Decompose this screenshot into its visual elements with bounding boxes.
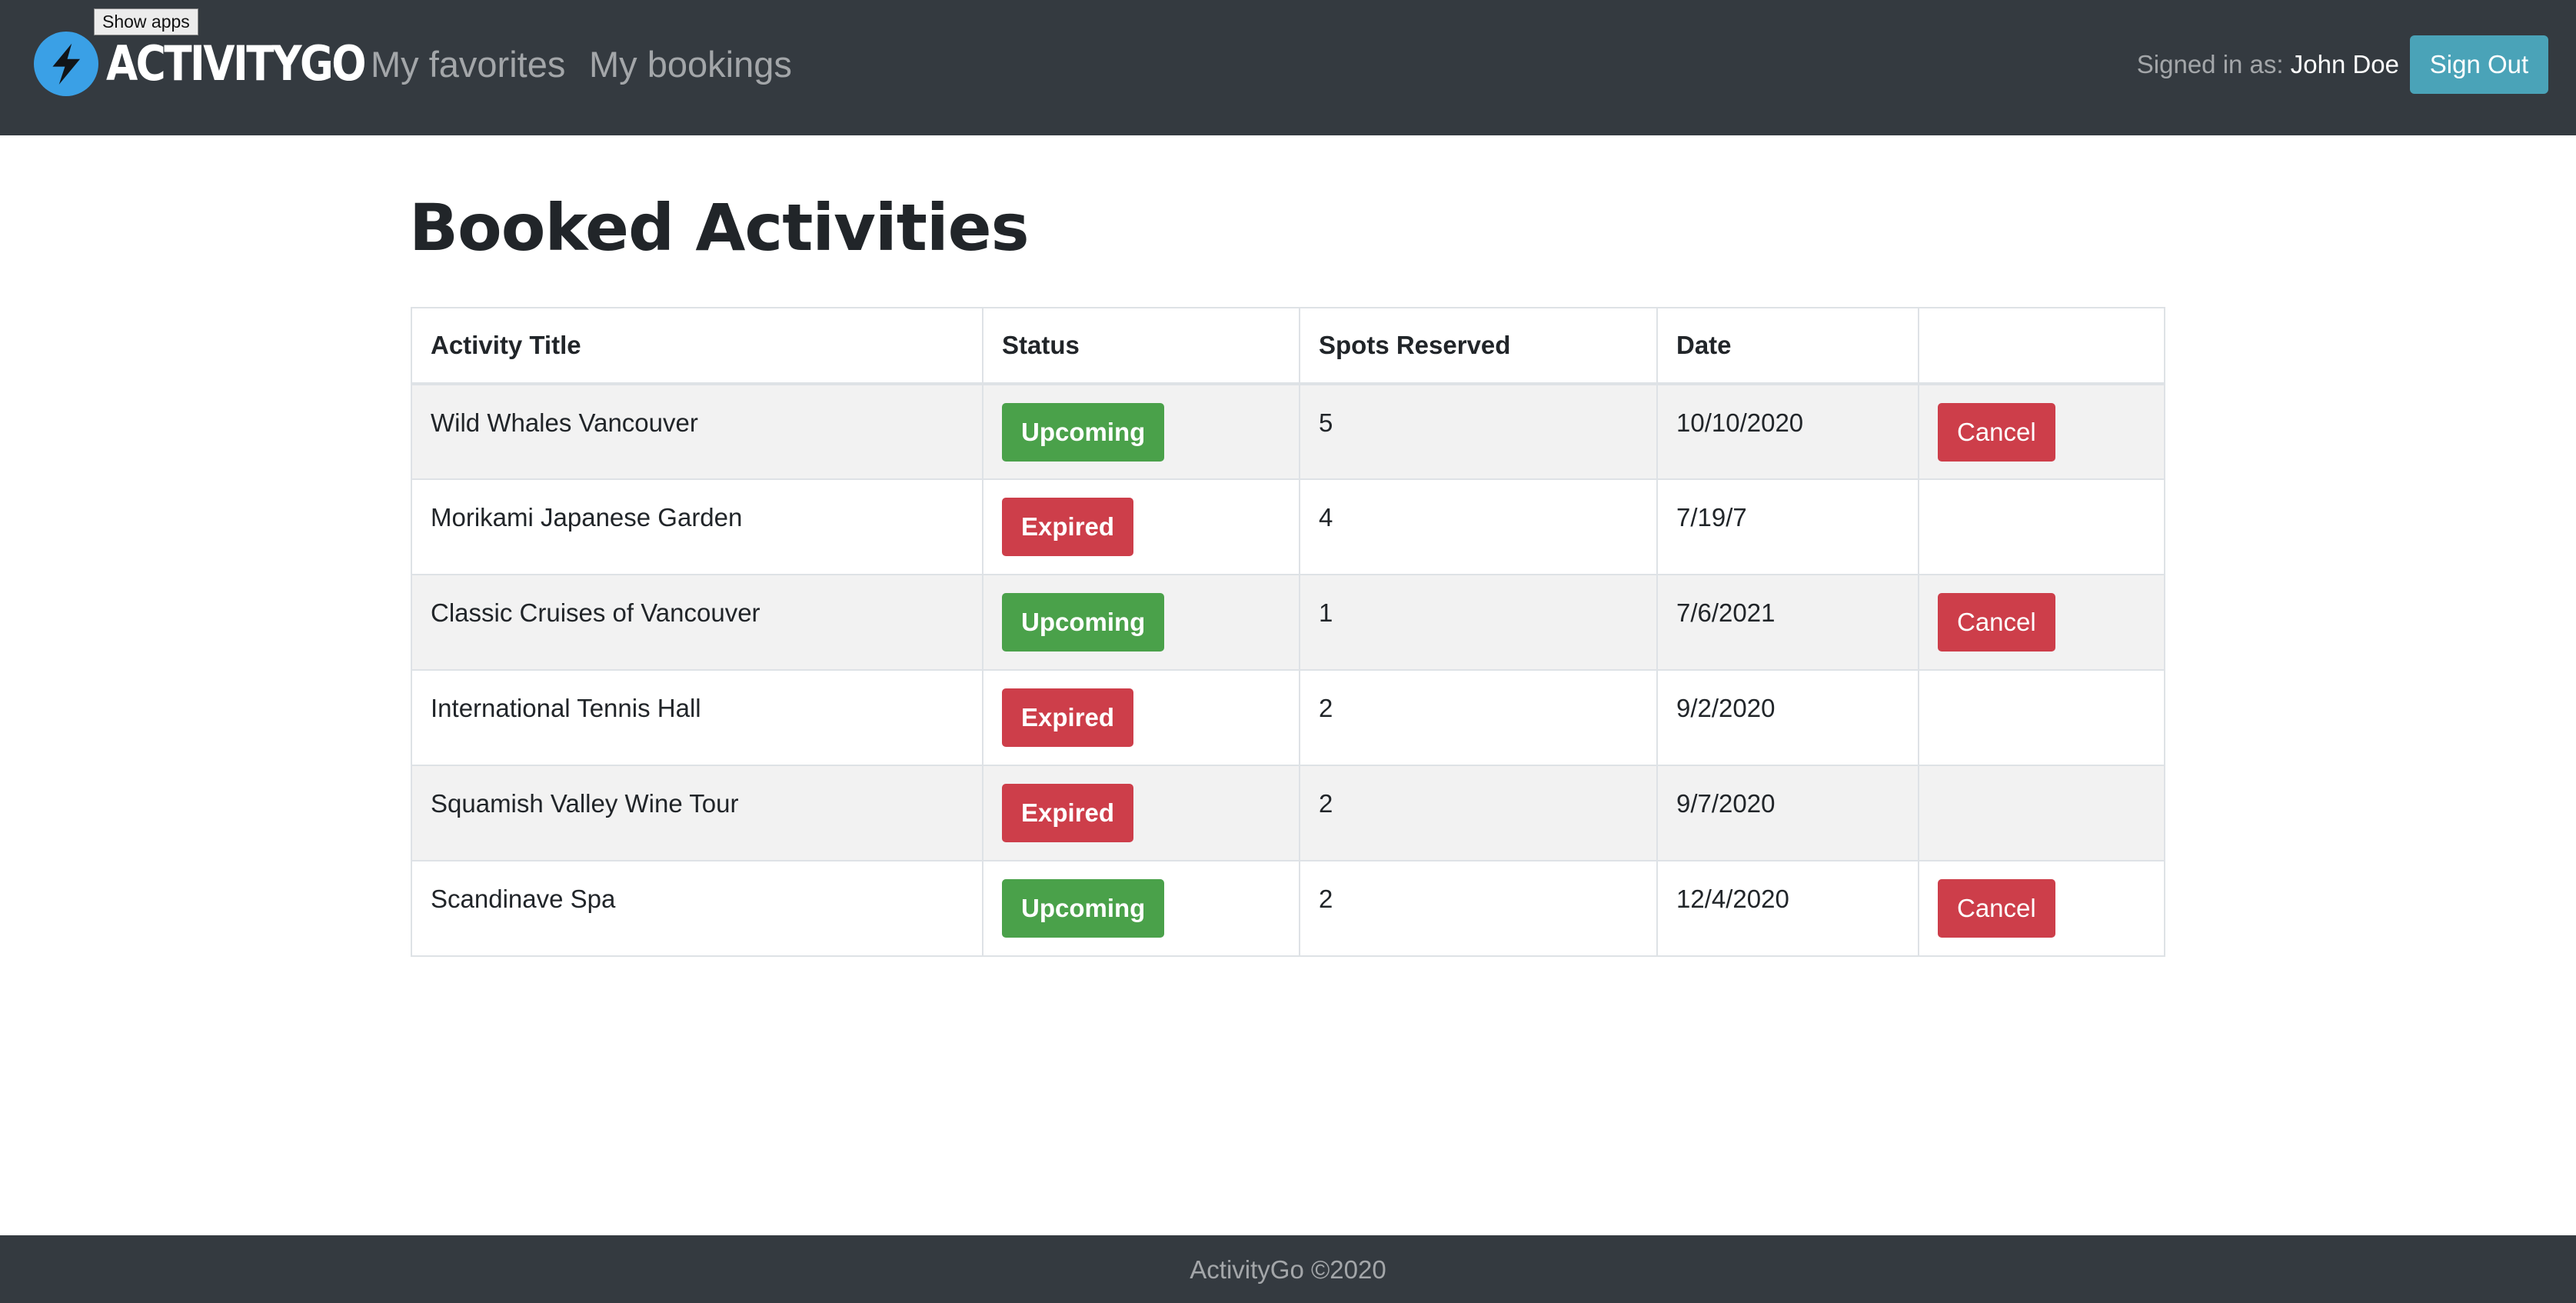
date-cell: 10/10/2020 <box>1656 383 1919 480</box>
date-cell: 9/2/2020 <box>1656 669 1919 766</box>
cancel-booking-button[interactable]: Cancel <box>1938 402 2055 462</box>
date-cell: 9/7/2020 <box>1656 765 1919 861</box>
nav-my-favorites[interactable]: My favorites <box>371 43 565 86</box>
show-apps-tooltip: Show apps <box>94 8 198 35</box>
cancel-booking-button[interactable]: Cancel <box>1938 593 2055 652</box>
activity-title-cell: Wild Whales Vancouver <box>411 383 983 480</box>
table-row: Scandinave Spa Upcoming 2 12/4/2020 Canc… <box>411 860 2165 957</box>
activity-title-cell: Morikami Japanese Garden <box>411 478 983 575</box>
spots-reserved-cell: 4 <box>1299 478 1658 575</box>
activity-title-cell: International Tennis Hall <box>411 669 983 766</box>
action-cell-empty <box>1918 765 2165 861</box>
spots-reserved-cell: 1 <box>1299 574 1658 671</box>
footer: ActivityGo ©2020 <box>0 1235 2576 1303</box>
column-header-action <box>1918 307 2165 385</box>
sign-out-button[interactable]: Sign Out <box>2410 35 2548 94</box>
status-badge-expired: Expired <box>1002 784 1134 842</box>
page-title: Booked Activities <box>409 190 1030 265</box>
activity-title-cell: Squamish Valley Wine Tour <box>411 765 983 861</box>
table-row: Wild Whales Vancouver Upcoming 5 10/10/2… <box>411 383 2165 480</box>
footer-copyright: ActivityGo ©2020 <box>1190 1255 1386 1284</box>
table-row: International Tennis Hall Expired 2 9/2/… <box>411 669 2165 766</box>
navbar: Show apps ACTIVITYGO My favorites My boo… <box>0 0 2576 135</box>
table-row: Squamish Valley Wine Tour Expired 2 9/7/… <box>411 765 2165 861</box>
spots-reserved-cell: 2 <box>1299 669 1658 766</box>
table-header-row: Activity Title Status Spots Reserved Dat… <box>411 307 2165 385</box>
date-cell: 7/19/7 <box>1656 478 1919 575</box>
column-header-status: Status <box>982 307 1300 385</box>
signed-in-label: Signed in as: <box>2136 50 2291 78</box>
column-header-spots-reserved: Spots Reserved <box>1299 307 1658 385</box>
cancel-booking-button[interactable]: Cancel <box>1938 879 2055 938</box>
status-badge-expired: Expired <box>1002 498 1134 556</box>
activity-title-cell: Classic Cruises of Vancouver <box>411 574 983 671</box>
spots-reserved-cell: 2 <box>1299 765 1658 861</box>
activity-title-cell: Scandinave Spa <box>411 860 983 957</box>
spots-reserved-cell: 2 <box>1299 860 1658 957</box>
spots-reserved-cell: 5 <box>1299 383 1658 480</box>
status-badge-upcoming: Upcoming <box>1002 593 1165 652</box>
logo-wordmark: ACTIVITYGO <box>106 35 367 92</box>
status-badge-upcoming: Upcoming <box>1002 402 1165 462</box>
lightning-bolt-icon <box>34 32 98 96</box>
table-row: Morikami Japanese Garden Expired 4 7/19/… <box>411 478 2165 575</box>
table-row: Classic Cruises of Vancouver Upcoming 1 … <box>411 574 2165 671</box>
status-badge-expired: Expired <box>1002 688 1134 747</box>
column-header-date: Date <box>1656 307 1919 385</box>
bookings-table: Activity Title Status Spots Reserved Dat… <box>411 307 2165 957</box>
nav-my-bookings[interactable]: My bookings <box>589 43 792 86</box>
action-cell-empty <box>1918 669 2165 766</box>
brand-logo[interactable]: ACTIVITYGO <box>34 29 407 98</box>
signed-in-text: Signed in as: John Doe <box>2137 49 2399 80</box>
user-name: John Doe <box>2290 50 2399 78</box>
date-cell: 12/4/2020 <box>1656 860 1919 957</box>
action-cell-empty <box>1918 478 2165 575</box>
column-header-activity-title: Activity Title <box>411 307 983 385</box>
status-badge-upcoming: Upcoming <box>1002 879 1165 938</box>
date-cell: 7/6/2021 <box>1656 574 1919 671</box>
